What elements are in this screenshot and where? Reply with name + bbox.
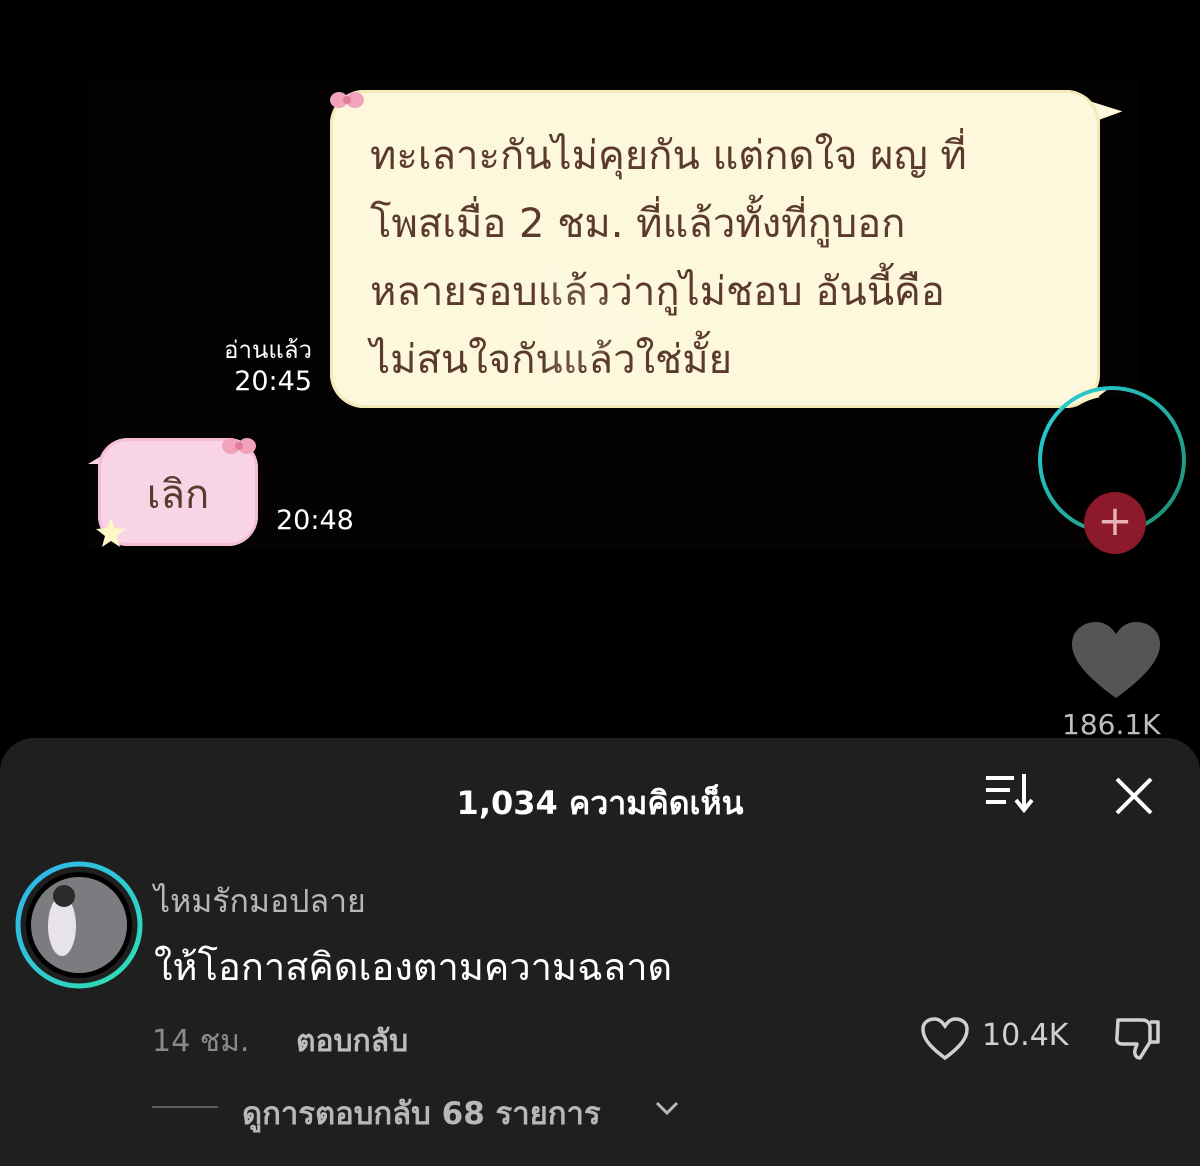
reply-button[interactable]: ตอบกลับ bbox=[296, 1018, 408, 1065]
replies-divider bbox=[152, 1106, 218, 1108]
comment-time: 14 ชม. bbox=[152, 1024, 250, 1059]
sort-icon[interactable] bbox=[984, 772, 1036, 814]
comment-like-count: 10.4K bbox=[982, 1018, 1069, 1053]
view-replies-button[interactable]: ดูการตอบกลับ 68 รายการ bbox=[242, 1088, 601, 1138]
bow-icon bbox=[222, 438, 256, 454]
chevron-down-icon[interactable] bbox=[654, 1100, 680, 1116]
play-icon[interactable] bbox=[538, 250, 658, 400]
follow-button[interactable]: + bbox=[1084, 492, 1146, 554]
read-receipt-label: อ่านแล้ว bbox=[224, 336, 312, 364]
outgoing-message-bubble: ทะเลาะกันไม่คุยกัน แต่กดใจ ผญ ที่ โพสเมื… bbox=[330, 90, 1100, 408]
comments-panel: 1,034 ความคิดเห็น ไหมรักมอปลาย ให้โอกาสค… bbox=[0, 738, 1200, 1166]
like-count: 186.1K bbox=[1062, 708, 1161, 741]
comment-avatar[interactable] bbox=[14, 860, 144, 990]
close-icon[interactable] bbox=[1114, 776, 1154, 816]
read-time: 20:45 bbox=[234, 366, 312, 397]
like-heart-icon[interactable] bbox=[1072, 622, 1160, 700]
outgoing-message-text: ทะเลาะกันไม่คุยกัน แต่กดใจ ผญ ที่ โพสเมื… bbox=[370, 133, 967, 383]
star-icon bbox=[96, 518, 126, 547]
comment-like-icon[interactable] bbox=[920, 1016, 970, 1062]
video-player[interactable]: ทะเลาะกันไม่คุยกัน แต่กดใจ ผญ ที่ โพสเมื… bbox=[0, 0, 1200, 741]
incoming-time: 20:48 bbox=[276, 505, 354, 536]
bow-icon bbox=[330, 92, 364, 108]
comment-username[interactable]: ไหมรักมอปลาย bbox=[154, 876, 366, 927]
comment-text: ให้โอกาสคิดเองตามความฉลาด bbox=[154, 945, 673, 989]
dislike-icon[interactable] bbox=[1112, 1014, 1164, 1062]
